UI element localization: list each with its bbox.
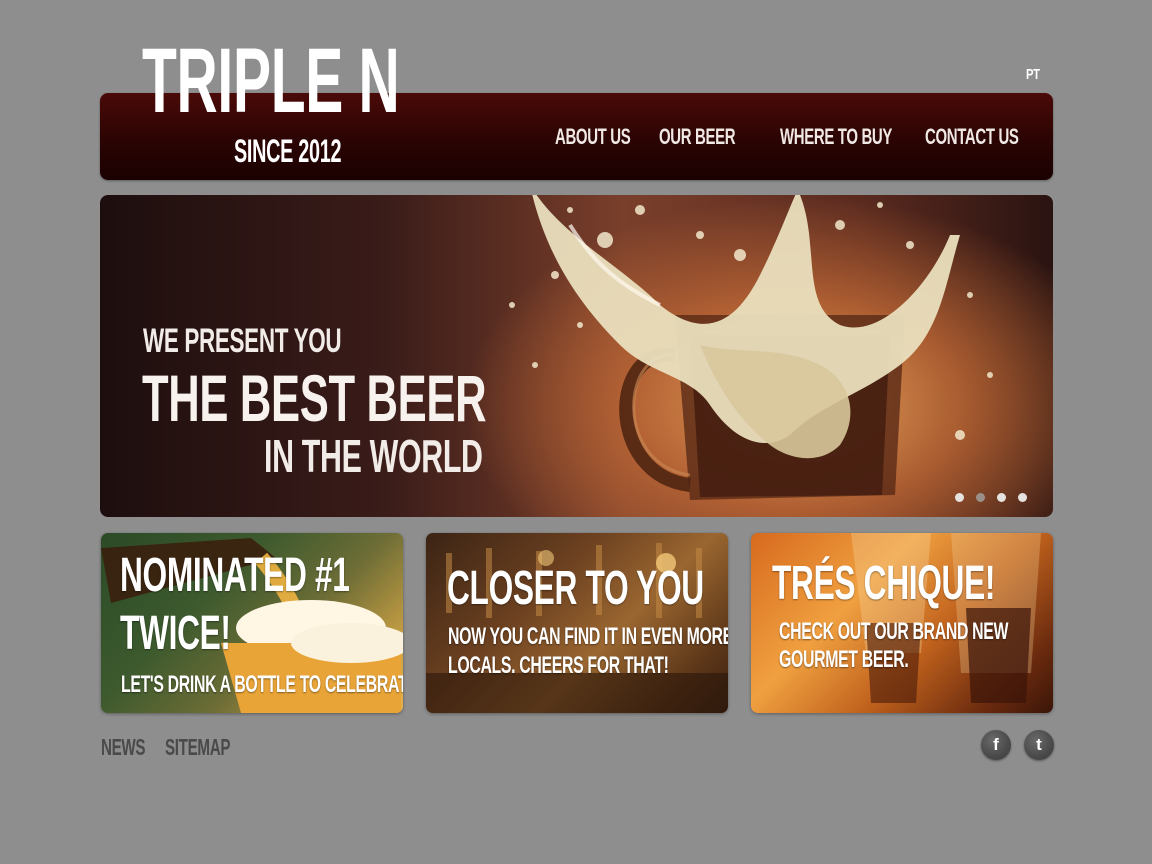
card-text: LET'S DRINK A BOTTLE TO CELEBRATE!: [121, 671, 403, 698]
hero-slider: WE PRESENT YOU THE BEST BEER IN THE WORL…: [100, 195, 1053, 517]
twitter-icon[interactable]: t: [1024, 730, 1054, 760]
card-title: TRÉS CHIQUE!: [772, 557, 996, 610]
card-text-line2: LOCALS. CHEERS FOR THAT!: [448, 652, 669, 679]
hero-subtitle: WE PRESENT YOU: [143, 322, 342, 360]
language-switch-pt[interactable]: PT: [1026, 66, 1040, 84]
slider-dot-2[interactable]: [976, 493, 985, 502]
promo-card-chique[interactable]: TRÉS CHIQUE! CHECK OUT OUR BRAND NEW GOU…: [751, 533, 1053, 713]
promo-card-closer[interactable]: CLOSER TO YOU NOW YOU CAN FIND IT IN EVE…: [426, 533, 728, 713]
hero-title: THE BEST BEER: [142, 361, 487, 435]
logo-subtitle: SINCE 2012: [234, 133, 342, 169]
facebook-icon[interactable]: f: [981, 730, 1011, 760]
card-text-line1: CHECK OUT OUR BRAND NEW: [779, 618, 1009, 645]
logo-title[interactable]: TRIPLE N: [142, 26, 400, 136]
slider-dot-4[interactable]: [1018, 493, 1027, 502]
card-title-line1: NOMINATED #1: [120, 549, 350, 602]
nav-where-to-buy[interactable]: WHERE TO BUY: [780, 124, 892, 150]
nav-contact-us[interactable]: CONTACT US: [925, 124, 1019, 150]
slider-dot-3[interactable]: [997, 493, 1006, 502]
hero-tagline: IN THE WORLD: [264, 430, 483, 482]
card-title-line2: TWICE!: [120, 607, 231, 660]
nav-our-beer[interactable]: OUR BEER: [659, 124, 736, 150]
nav-about-us[interactable]: ABOUT US: [555, 124, 631, 150]
card-text-line1: NOW YOU CAN FIND IT IN EVEN MORE: [448, 623, 728, 650]
footer-link-news[interactable]: NEWS: [101, 735, 146, 759]
slider-dot-1[interactable]: [955, 493, 964, 502]
footer-link-sitemap[interactable]: SITEMAP: [165, 735, 230, 759]
card-title: CLOSER TO YOU: [447, 562, 704, 615]
card-text-line2: GOURMET BEER.: [779, 646, 909, 673]
promo-card-nominated[interactable]: NOMINATED #1 TWICE! LET'S DRINK A BOTTLE…: [101, 533, 403, 713]
